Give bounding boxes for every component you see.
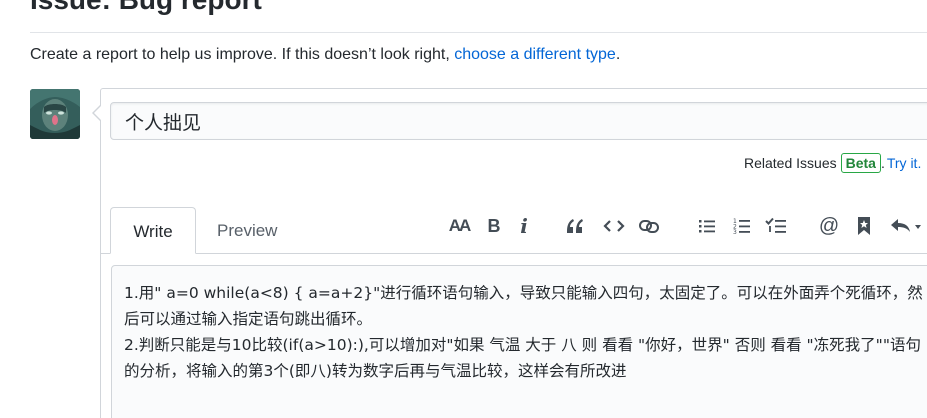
subtitle-text: Create a report to help us improve. If t… <box>30 46 455 63</box>
bold-glyph: B <box>487 215 501 236</box>
bold-icon[interactable]: B <box>484 214 504 238</box>
related-issues-separator: . <box>880 155 885 171</box>
code-icon[interactable] <box>602 214 626 238</box>
quote-icon[interactable] <box>563 214 587 238</box>
issue-title-input[interactable] <box>110 102 927 140</box>
choose-different-type-link[interactable]: choose a different type <box>454 46 616 63</box>
subtitle-period: . <box>615 46 621 63</box>
unordered-list-icon[interactable] <box>696 214 718 238</box>
italic-icon[interactable]: i <box>515 214 533 238</box>
comment-line-1: 1.用" a=0 while(a<8) { a=a+2}"进行循环语句输入，导致… <box>124 284 923 328</box>
comment-body-textarea[interactable]: 1.用" a=0 while(a<8) { a=a+2}"进行循环语句输入，导致… <box>111 265 927 418</box>
ordered-list-icon[interactable]: 1 2 3 <box>731 214 753 238</box>
reply-arrow-icon[interactable] <box>888 214 926 238</box>
page-title: Issue: Bug report <box>30 0 262 16</box>
tab-write[interactable]: Write <box>110 207 196 254</box>
heading-icon[interactable]: AA <box>446 214 472 238</box>
template-subtitle: Create a report to help us improve. If t… <box>30 46 620 64</box>
related-issues: Related Issues Beta . Try it. <box>744 153 921 173</box>
heading-glyph: AA <box>448 216 472 235</box>
try-it-link[interactable]: Try it. <box>887 155 921 171</box>
svg-text:3: 3 <box>733 229 737 235</box>
avatar[interactable] <box>30 89 80 139</box>
beta-badge: Beta <box>840 153 881 173</box>
tab-preview[interactable]: Preview <box>217 207 277 254</box>
mention-icon[interactable]: @ <box>817 214 841 238</box>
task-list-icon[interactable] <box>764 214 788 238</box>
italic-glyph: i <box>520 214 528 238</box>
title-divider <box>30 32 927 33</box>
comment-caret-fill <box>94 106 101 120</box>
comment-line-2: 2.判断只能是与10比较(if(a>10):),可以增加对"如果 气温 大于 八… <box>124 336 921 380</box>
issue-page: Issue: Bug report Create a report to hel… <box>0 0 927 418</box>
saved-reply-icon[interactable] <box>853 214 875 238</box>
link-icon[interactable] <box>637 214 661 238</box>
related-issues-label: Related Issues <box>744 155 837 171</box>
